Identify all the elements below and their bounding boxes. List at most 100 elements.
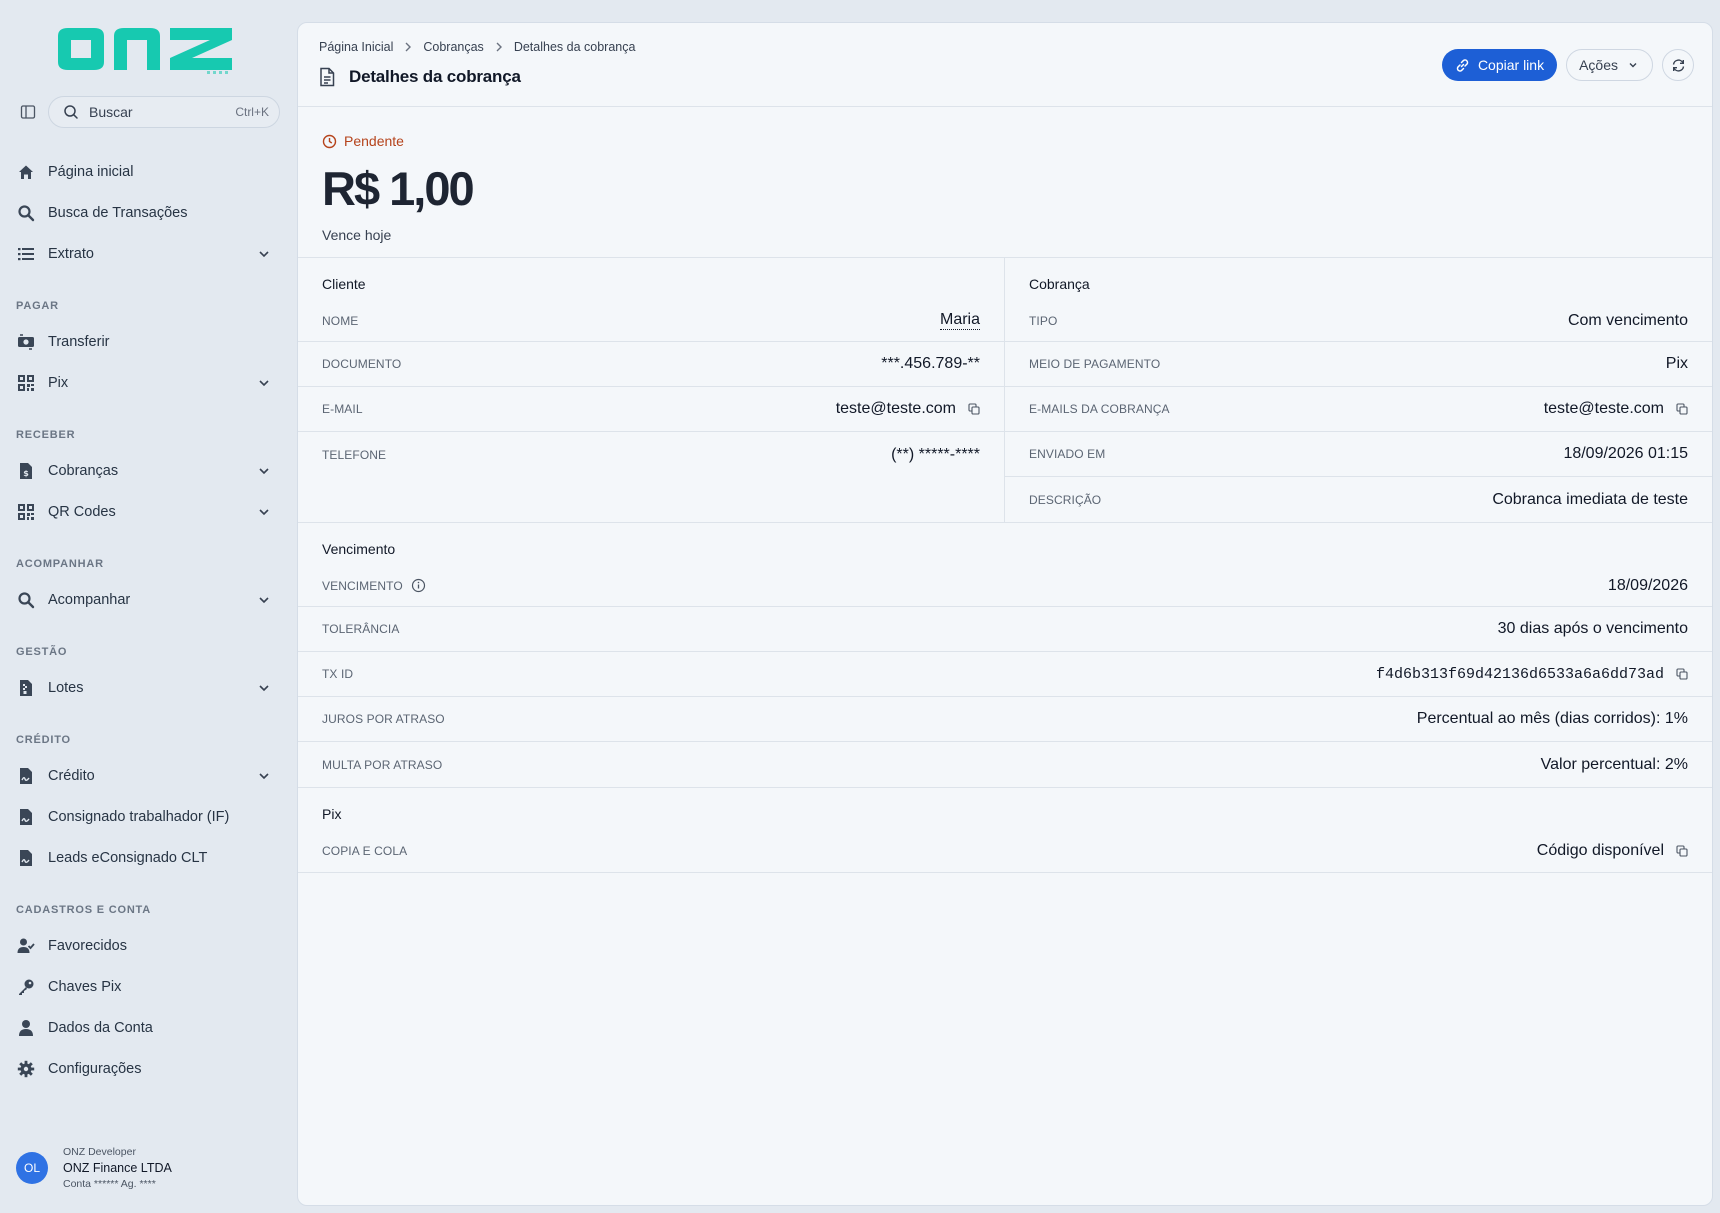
sidebar-item-label: Acompanhar (48, 592, 131, 608)
sidebar-item-label: Dados da Conta (48, 1020, 153, 1036)
search-input[interactable]: Buscar Ctrl+K (48, 96, 280, 128)
clock-icon (322, 134, 337, 149)
field-label: TOLERÂNCIA (322, 622, 400, 636)
main-panel: Página Inicial Cobranças Detalhes da cob… (297, 22, 1713, 1206)
detail-row: JUROS POR ATRASO Percentual ao mês (dias… (298, 697, 1712, 742)
refresh-button[interactable] (1662, 49, 1694, 81)
field-label: COPIA E COLA (322, 844, 408, 858)
file-signature-icon (16, 848, 36, 868)
info-icon[interactable] (411, 578, 426, 593)
sidebar-item-label: Crédito (48, 768, 95, 784)
sidebar-item-favorites[interactable]: Favorecidos (16, 928, 280, 964)
sidebar-item-credit[interactable]: Crédito (16, 758, 280, 794)
section-title: Pix (322, 806, 342, 822)
page-header: Página Inicial Cobranças Detalhes da cob… (298, 23, 1712, 107)
tolerance: 30 dias após o vencimento (1497, 620, 1688, 637)
detail-row: E-MAIL teste@teste.com (298, 387, 1004, 432)
chevron-down-icon (256, 246, 272, 262)
sidebar-item-account-data[interactable]: Dados da Conta (16, 1010, 280, 1046)
section-title: Vencimento (322, 541, 396, 557)
sidebar-toggle-icon[interactable] (18, 102, 38, 122)
sidebar-item-batches[interactable]: Lotes (16, 670, 280, 706)
pix-copy-paste: Código disponível (1536, 842, 1664, 859)
sidebar-item-home[interactable]: Página inicial (16, 154, 280, 190)
key-icon (16, 977, 36, 997)
charge-type: Com vencimento (1567, 311, 1688, 329)
file-signature-icon (16, 766, 36, 786)
copy-icon[interactable] (1676, 845, 1688, 857)
sidebar-item-transfer[interactable]: Transferir (16, 324, 280, 360)
breadcrumb: Página Inicial Cobranças Detalhes da cob… (319, 40, 635, 54)
detail-row: NOME Maria (298, 300, 1004, 342)
client-email: teste@teste.com (835, 400, 956, 417)
sidebar-item-label: Chaves Pix (48, 979, 122, 995)
detail-row: TX ID f4d6b313f69d42136d6533a6a6dd73ad (298, 652, 1712, 697)
payment-method: Pix (1665, 355, 1688, 372)
file-signature-icon (16, 807, 36, 827)
sidebar-item-label: QR Codes (48, 504, 116, 520)
chevron-down-icon (256, 768, 272, 784)
sidebar-item-qrcodes[interactable]: QR Codes (16, 494, 280, 530)
detail-row: COPIA E COLA Código disponível (298, 830, 1712, 872)
breadcrumb-home[interactable]: Página Inicial (319, 40, 393, 54)
late-interest: Percentual ao mês (dias corridos): 1% (1416, 710, 1688, 727)
field-label: MEIO DE PAGAMENTO (1029, 357, 1161, 371)
sent-at: 18/09/2026 01:15 (1563, 445, 1688, 462)
client-name[interactable]: Maria (939, 311, 980, 330)
sidebar-item-pix[interactable]: Pix (16, 365, 280, 401)
section-label-receive: RECEBER (16, 429, 76, 441)
sidebar-item-transaction-search[interactable]: Busca de Transações (16, 195, 280, 231)
field-label: DOCUMENTO (322, 357, 402, 371)
sidebar-item-label: Página inicial (48, 164, 134, 180)
field-label: JUROS POR ATRASO (322, 712, 445, 726)
status-text: Pendente (344, 133, 404, 149)
field-label: TELEFONE (322, 447, 387, 462)
sidebar-item-label: Configurações (48, 1061, 142, 1077)
charge-section: Cobrança TIPO Com vencimento MEIO DE PAG… (1005, 258, 1712, 522)
sidebar-item-label: Extrato (48, 246, 94, 262)
copy-icon[interactable] (1676, 403, 1688, 415)
field-label: NOME (322, 313, 359, 328)
sidebar-item-settings[interactable]: Configurações (16, 1051, 280, 1087)
breadcrumb-charges[interactable]: Cobranças (423, 40, 483, 54)
account-switcher[interactable]: OL ONZ Developer ONZ Finance LTDA Conta … (16, 1142, 276, 1194)
sidebar-item-leads[interactable]: Leads eConsignado CLT (16, 840, 280, 876)
sidebar-item-label: Transferir (48, 334, 110, 350)
sidebar-item-label: Consignado trabalhador (IF) (48, 809, 230, 825)
copy-icon[interactable] (1676, 668, 1688, 680)
field-label: E-MAILS DA COBRANÇA (1029, 402, 1170, 416)
charge-amount: R$ 1,00 (322, 162, 475, 215)
page-title: Detalhes da cobrança (349, 67, 521, 86)
sidebar-item-statement[interactable]: Extrato (16, 236, 280, 272)
sidebar-item-label: Cobranças (48, 463, 119, 479)
search-icon (63, 104, 79, 120)
chevron-down-icon (256, 375, 272, 391)
charge-description: Cobranca imediata de teste (1492, 490, 1688, 508)
field-label: TX ID (322, 667, 354, 681)
field-label: DESCRIÇÃO (1029, 492, 1102, 507)
chevron-down-icon (256, 463, 272, 479)
sidebar: Buscar Ctrl+K Página inicial Busca de Tr… (0, 0, 296, 1213)
sidebar-item-payroll[interactable]: Consignado trabalhador (IF) (16, 799, 280, 835)
sidebar-item-label: Favorecidos (48, 938, 127, 954)
chevron-down-icon (1628, 60, 1638, 70)
qr-code-icon (16, 502, 36, 522)
detail-row: TIPO Com vencimento (1005, 300, 1712, 342)
section-label-pay: PAGAR (16, 300, 59, 312)
sidebar-item-pix-keys[interactable]: Chaves Pix (16, 969, 280, 1005)
section-label-track: ACOMPANHAR (16, 558, 104, 570)
copy-icon[interactable] (968, 403, 980, 415)
sidebar-item-label: Busca de Transações (48, 205, 188, 221)
copy-link-button[interactable]: Copiar link (1441, 49, 1558, 81)
detail-row: MULTA POR ATRASO Valor percentual: 2% (298, 742, 1712, 787)
section-label-management: GESTÃO (16, 646, 68, 658)
sidebar-item-track[interactable]: Acompanhar (16, 582, 280, 618)
detail-row: E-MAILS DA COBRANÇA teste@teste.com (1005, 387, 1712, 432)
onz-logo[interactable] (54, 22, 236, 76)
section-label-account: CADASTROS E CONTA (16, 904, 152, 916)
detail-row: TOLERÂNCIA 30 dias após o vencimento (298, 607, 1712, 652)
invoice-icon: $ (16, 461, 36, 481)
status-badge: Pendente (322, 133, 404, 149)
actions-dropdown[interactable]: Ações (1566, 49, 1653, 81)
sidebar-item-charges[interactable]: $ Cobranças (16, 453, 280, 489)
